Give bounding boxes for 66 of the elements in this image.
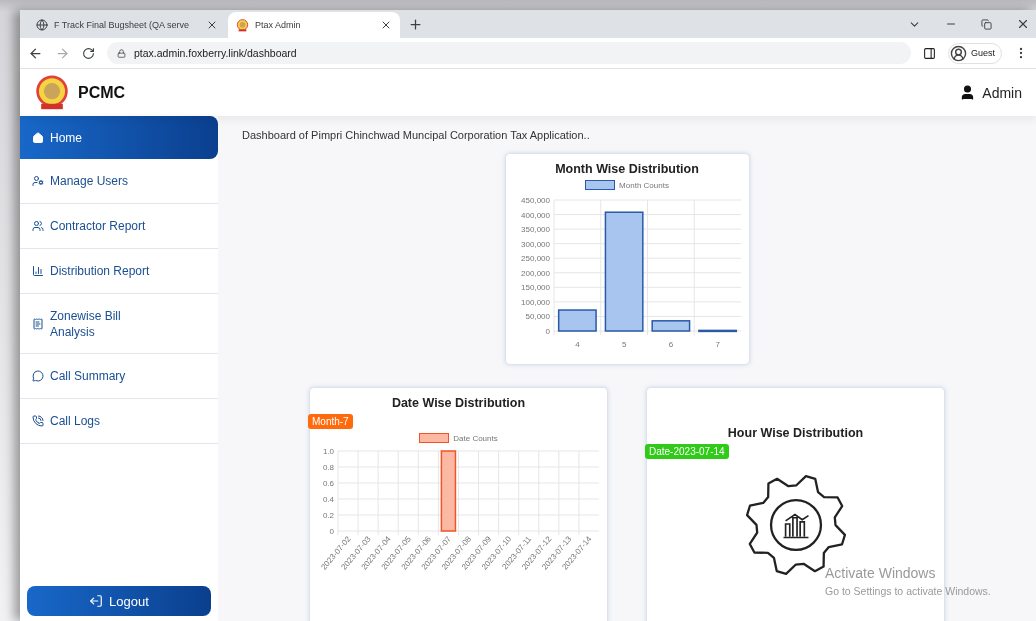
emblem-logo [34, 74, 70, 111]
axis-tick-label: 0 [329, 527, 334, 536]
axis-tick-label: 200,000 [520, 268, 550, 278]
new-tab-icon[interactable] [408, 16, 423, 32]
close-icon[interactable] [206, 19, 218, 31]
axis-tick-label: 0.8 [322, 463, 334, 472]
axis-tick-label: 50,000 [525, 312, 550, 322]
browser-tab[interactable]: F Track Final Bugsheet (QA serve [28, 12, 226, 38]
axis-tick-label: 7 [714, 340, 720, 349]
axis-tick-label: 300,000 [520, 239, 550, 249]
tab-title: Ptax Admin [255, 20, 302, 30]
emblem-logo [236, 18, 249, 32]
sheet-icon [32, 317, 44, 330]
close-icon[interactable] [380, 19, 392, 31]
axis-tick-label: 0.6 [322, 479, 334, 488]
axis-tick-label: 5 [621, 340, 626, 349]
address-field[interactable]: ptax.admin.foxberry.link/dashboard [107, 42, 911, 64]
lock-icon [117, 48, 126, 58]
legend-swatch [419, 433, 450, 443]
logout-icon [89, 594, 104, 608]
chart-title: Month Wise Distribution [555, 162, 699, 176]
axis-tick-label: 0.2 [322, 511, 334, 520]
axis-tick-label: 0 [545, 327, 550, 336]
user-name: Admin [982, 84, 1022, 101]
legend-label: Date Counts [453, 433, 498, 443]
logout-button[interactable]: Logout [27, 586, 211, 616]
home-icon [32, 131, 44, 144]
tab-title: F Track Final Bugsheet (QA serve [54, 20, 191, 30]
sidebar-item[interactable]: Home [20, 116, 218, 159]
date-badge: Date-2023-07-14 [645, 444, 729, 459]
legend-swatch [585, 180, 616, 190]
restore-icon[interactable] [981, 18, 992, 30]
url-text: ptax.admin.foxberry.link/dashboard [134, 47, 297, 59]
globe-icon [36, 19, 48, 31]
brand-name: PCMC [78, 83, 126, 102]
axis-tick-label: 350,000 [520, 225, 550, 235]
axis-tick-label: 6 [668, 340, 673, 349]
bar [697, 329, 737, 333]
bars-icon [32, 265, 44, 277]
chart-title: Hour Wise Distribution [727, 426, 864, 440]
avatar-icon [950, 44, 967, 62]
users-icon [32, 220, 44, 232]
activation-hint: Go to Settings to activate Windows. [825, 585, 991, 597]
axis-tick-label: 0.4 [322, 495, 334, 504]
axis-tick-label: 100,000 [520, 297, 550, 307]
axis-tick-label: 250,000 [520, 254, 550, 264]
axis-tick-label: 4 [574, 340, 580, 349]
back-icon[interactable] [28, 45, 43, 61]
bar [650, 320, 690, 332]
axis-tick-label: 450,000 [520, 196, 550, 205]
bar [557, 309, 597, 332]
activation-title: Activate Windows [825, 565, 937, 581]
browser-tab[interactable]: Ptax Admin [228, 12, 400, 38]
user-icon [32, 175, 44, 187]
message-icon [32, 370, 44, 382]
month-badge: Month-7 [308, 414, 353, 429]
axis-tick-label: 1.0 [322, 447, 334, 456]
reload-icon[interactable] [82, 46, 95, 60]
axis-tick-label: 150,000 [520, 283, 550, 293]
phone-icon [32, 415, 44, 427]
close-icon[interactable] [1016, 17, 1030, 31]
chart-title: Date Wise Distribution [391, 396, 526, 410]
axis-tick-label: 400,000 [520, 210, 550, 220]
side-panel-icon[interactable] [923, 46, 936, 60]
legend-label: Month Counts [619, 180, 669, 190]
dashboard-subtitle: Dashboard of Pimpri Chinchwad Muncipal Corporation Tax Application.. [242, 129, 590, 141]
